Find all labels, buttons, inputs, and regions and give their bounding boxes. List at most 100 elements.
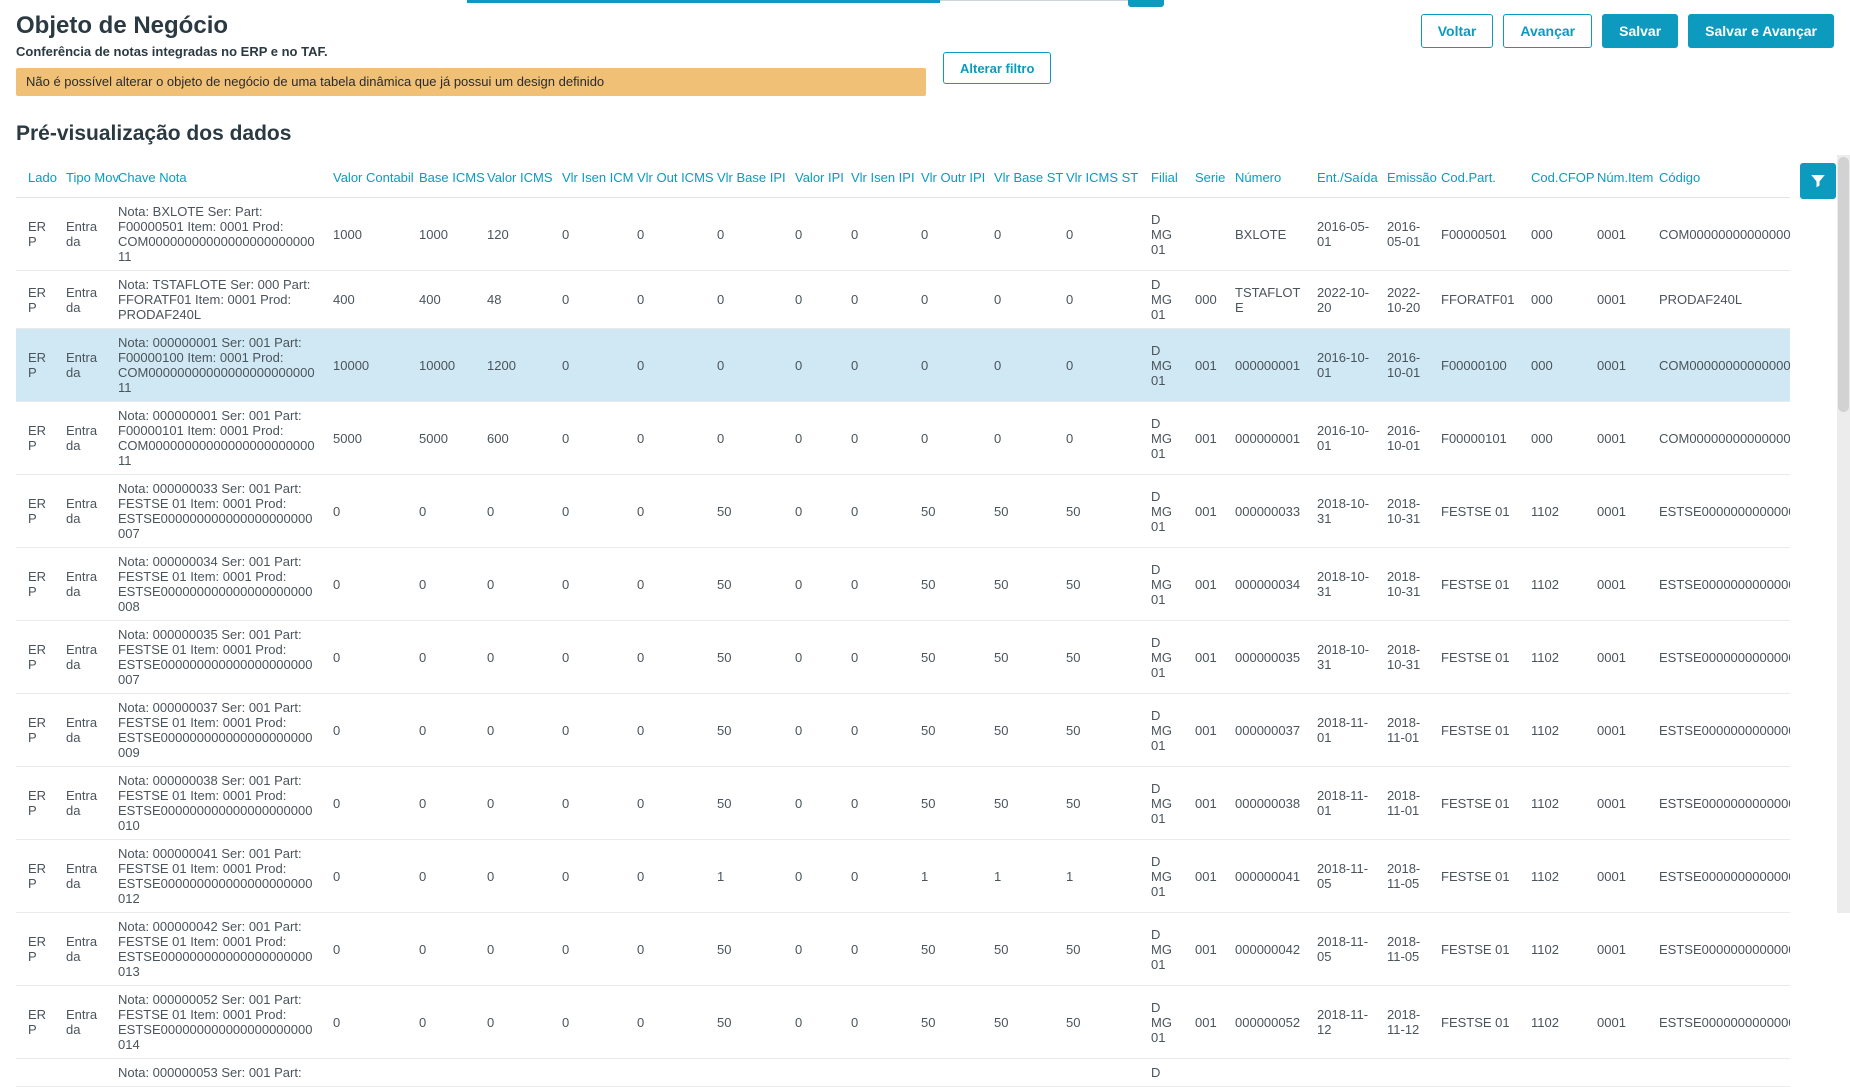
table-cell: 50	[1054, 547, 1139, 621]
table-row[interactable]: ERP Entrada Nota: 000000052 Ser: 001 Part:…	[16, 985, 1790, 1059]
table-cell: 50	[982, 620, 1054, 694]
table-row[interactable]: ERP Entrada Nota: 000000038 Ser: 001 Part:…	[16, 766, 1790, 840]
table-cell: 0	[625, 912, 705, 986]
column-header-vlr-base-st[interactable]: Vlr Base ST	[982, 158, 1063, 198]
table-cell: 48	[475, 270, 550, 329]
table-cell: D MG 01	[1139, 766, 1183, 840]
salvar-button[interactable]: Salvar	[1602, 14, 1679, 48]
top-teal-button-artifact	[1128, 0, 1164, 7]
table-row[interactable]: Nota: 000000053 Ser: 001 Part: D	[16, 1058, 1790, 1087]
column-header-vlr-base-ipi[interactable]: Vlr Base IPI	[705, 158, 786, 198]
column-header-n-mero[interactable]: Número	[1223, 158, 1305, 198]
table-row[interactable]: ERP Entrada Nota: BXLOTE Ser: Part: F00000…	[16, 197, 1790, 271]
table-row[interactable]: ERP Entrada Nota: 000000001 Ser: 001 Part:…	[16, 401, 1790, 475]
table-cell: 001	[1183, 912, 1223, 986]
vertical-scrollbar[interactable]	[1837, 155, 1850, 913]
table-row[interactable]: ERP Entrada Nota: 000000033 Ser: 001 Part:…	[16, 474, 1790, 548]
table-cell: 1102	[1519, 474, 1585, 548]
table-cell: 1102	[1519, 620, 1585, 694]
column-header-chave-nota[interactable]: Chave Nota	[106, 158, 321, 198]
table-cell: 001	[1183, 693, 1223, 767]
table-cell: 0	[625, 839, 705, 913]
column-header-vlr-isen-icm[interactable]: Vlr Isen ICM	[550, 158, 634, 198]
table-cell: 50	[1054, 474, 1139, 548]
table-cell: 1102	[1519, 693, 1585, 767]
table-cell: COM00000000000000000000000000	[1647, 197, 1790, 271]
voltar-button[interactable]: Voltar	[1420, 14, 1494, 48]
column-header-vlr-isen-ipi[interactable]: Vlr Isen IPI	[839, 158, 915, 198]
table-cell: 0	[783, 766, 839, 840]
table-row[interactable]: ERP Entrada Nota: 000000042 Ser: 001 Part:…	[16, 912, 1790, 986]
banner-row: Não é possível alterar o objeto de negóc…	[16, 52, 1834, 96]
table-cell: 0	[475, 766, 550, 840]
table-cell	[1519, 1058, 1585, 1087]
column-header-valor-ipi[interactable]: Valor IPI	[783, 158, 844, 198]
table-cell: 0	[625, 197, 705, 271]
table-row[interactable]: ERP Entrada Nota: 000000035 Ser: 001 Part:…	[16, 620, 1790, 694]
table-cell: 000000038	[1223, 766, 1305, 840]
table-cell: Nota: 000000038 Ser: 001 Part: FESTSE 01…	[106, 766, 321, 840]
column-header-base-icms[interactable]: Base ICMS	[407, 158, 485, 198]
table-cell: 0	[783, 328, 839, 402]
table-cell: 50	[909, 766, 982, 840]
column-header-valor-icms[interactable]: Valor ICMS	[475, 158, 553, 198]
table-cell: FESTSE 01	[1429, 547, 1519, 621]
table-cell: Entrada	[54, 474, 106, 548]
table-cell: 0001	[1585, 197, 1647, 271]
column-header-ent-sa-da[interactable]: Ent./Saída	[1305, 158, 1378, 198]
table-cell: 0	[475, 547, 550, 621]
table-cell: Entrada	[54, 766, 106, 840]
table-row[interactable]: ERP Entrada Nota: 000000034 Ser: 001 Part:…	[16, 547, 1790, 621]
table-cell	[1647, 1058, 1790, 1087]
table-cell: ERP	[16, 197, 54, 271]
table-cell: 0	[705, 270, 783, 329]
top-gray-line-artifact	[940, 0, 1128, 1]
table-cell: ERP	[16, 839, 54, 913]
table-row[interactable]: ERP Entrada Nota: 000000001 Ser: 001 Part:…	[16, 328, 1790, 402]
table-cell: 50	[909, 620, 982, 694]
column-header-c-digo[interactable]: Código	[1647, 158, 1790, 198]
table-cell: 0	[550, 401, 625, 475]
scrollbar-thumb[interactable]	[1838, 157, 1849, 412]
column-header-vlr-outr-ipi[interactable]: Vlr Outr IPI	[909, 158, 985, 198]
table-cell: 000	[1519, 197, 1585, 271]
table-cell: FESTSE 01	[1429, 693, 1519, 767]
table-cell: F00000100	[1429, 328, 1519, 402]
table-cell: 0	[475, 912, 550, 986]
table-cell: PRODAF240L	[1647, 270, 1790, 329]
column-header-cod-cfop[interactable]: Cod.CFOP	[1519, 158, 1595, 198]
table-cell: D MG 01	[1139, 912, 1183, 986]
table-row[interactable]: ERP Entrada Nota: 000000041 Ser: 001 Part:…	[16, 839, 1790, 913]
column-header-filial[interactable]: Filial	[1139, 158, 1183, 198]
table-cell: 10000	[407, 328, 475, 402]
avancar-button[interactable]: Avançar	[1503, 14, 1593, 48]
column-header-emiss-o[interactable]: Emissão	[1375, 158, 1437, 198]
table-cell: Nota: BXLOTE Ser: Part: F00000501 Item: …	[106, 197, 321, 271]
table-cell: 50	[909, 547, 982, 621]
column-header-valor-contabil[interactable]: Valor Contabil	[321, 158, 414, 198]
alterar-filtro-button[interactable]: Alterar filtro	[943, 52, 1052, 84]
table-row[interactable]: ERP Entrada Nota: TSTAFLOTE Ser: 000 Part:…	[16, 270, 1790, 329]
table-cell: 000	[1519, 270, 1585, 329]
salvar-e-avancar-button[interactable]: Salvar e Avançar	[1688, 14, 1834, 48]
table-cell: 2018-10-31	[1375, 620, 1429, 694]
table-cell: 2018-11-05	[1375, 839, 1429, 913]
table-cell: 0	[475, 474, 550, 548]
column-header-cod-part-[interactable]: Cod.Part.	[1429, 158, 1519, 198]
table-cell: 000000041	[1223, 839, 1305, 913]
table-cell	[705, 1058, 783, 1087]
table-cell: 0	[321, 693, 407, 767]
table-cell	[54, 1058, 106, 1087]
table-cell: 2016-10-01	[1375, 401, 1429, 475]
table-filter-button[interactable]	[1800, 163, 1836, 199]
table-cell: 0	[407, 693, 475, 767]
table-cell: Nota: 000000053 Ser: 001 Part:	[106, 1058, 321, 1087]
table-cell: F00000101	[1429, 401, 1519, 475]
column-header-serie[interactable]: Serie	[1183, 158, 1225, 198]
table-cell: 0	[1054, 328, 1139, 402]
column-header-lado[interactable]: Lado	[16, 158, 57, 198]
table-row[interactable]: ERP Entrada Nota: 000000037 Ser: 001 Part:…	[16, 693, 1790, 767]
column-header-vlr-out-icms[interactable]: Vlr Out ICMS	[625, 158, 714, 198]
column-header-tipo-mov[interactable]: Tipo Mov	[54, 158, 119, 198]
column-header-vlr-icms-st[interactable]: Vlr ICMS ST	[1054, 158, 1139, 198]
